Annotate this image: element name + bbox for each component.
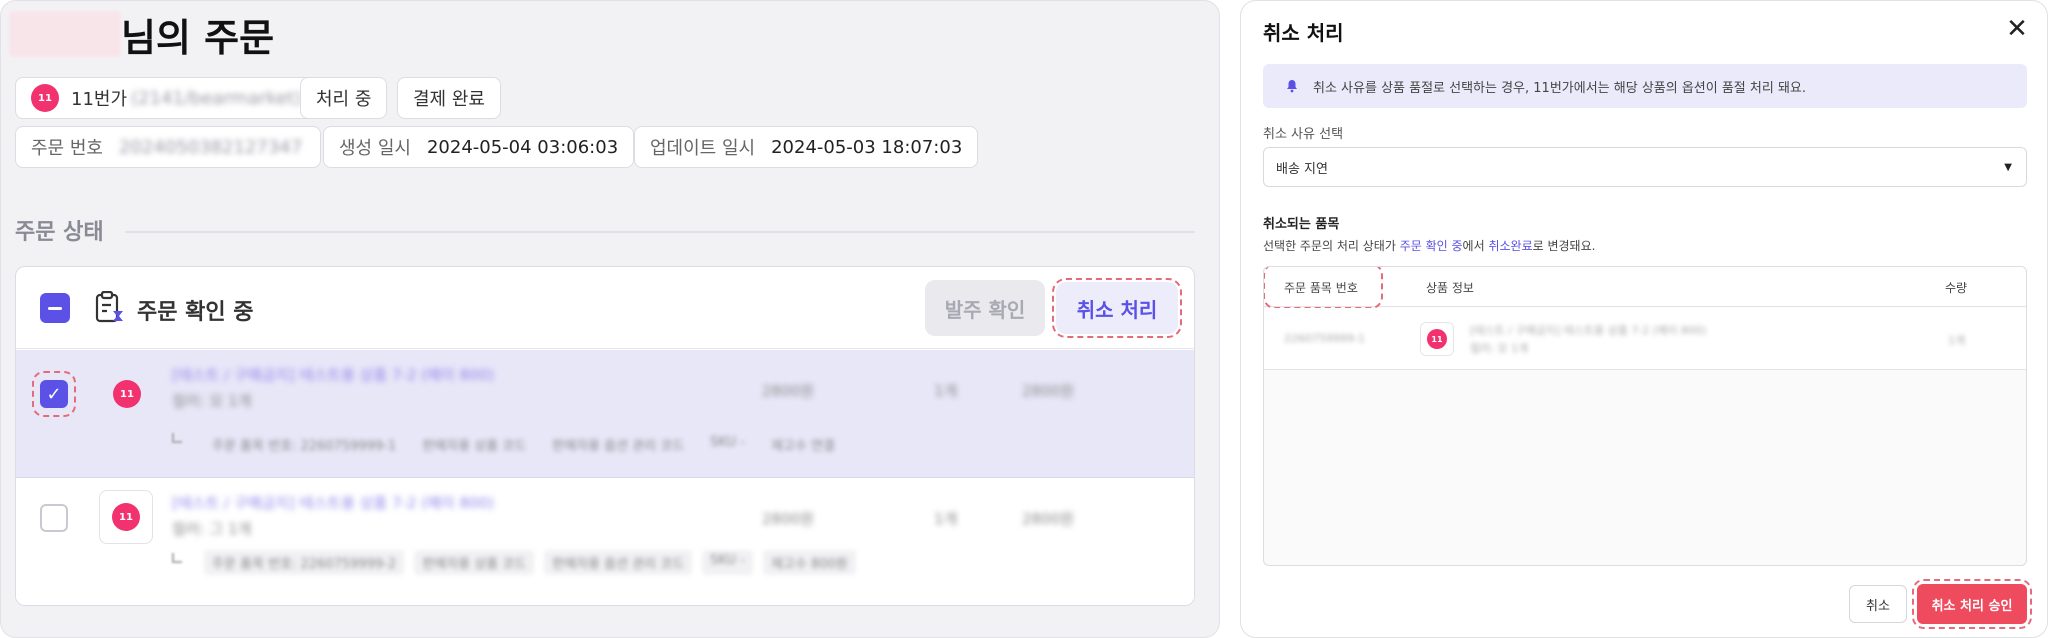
cancel-items-table: 주문 품목 번호 상품 정보 수량 2260759999-1 11 [테스트 /… (1263, 266, 2027, 566)
cancel-process-button[interactable]: 취소 처리 (1056, 282, 1178, 334)
item-tag: 주문 품목 번호: 2260759999-1 (212, 439, 397, 454)
approve-cancel-button[interactable]: 취소 처리 승인 (1917, 584, 2027, 624)
11st-logo-icon: 11 (1427, 329, 1447, 349)
customer-name-redacted (9, 11, 121, 57)
order-detail-panel: 님의 주문 11 11번가 (2141/bearmarket) 처리 중 결제 … (0, 0, 1220, 638)
col-item-no: 주문 품목 번호 (1284, 281, 1358, 295)
cancel-modal: 취소 처리 ✕ 취소 사유를 상품 품절로 선택하는 경우, 11번가에서는 해… (1240, 0, 2048, 638)
item-tag: 재고수 연결 (770, 439, 835, 454)
item-checkbox[interactable] (40, 504, 68, 532)
order-number-label: 주문 번호 (31, 138, 103, 159)
desc-to-status: 취소완료 (1488, 239, 1533, 253)
item-tag: 판매자용 옵션 관리 코드 (552, 439, 685, 454)
row-item-no: 2260759999-1 (1284, 332, 1365, 345)
item-name[interactable]: [테스트 / 구매금지] 테스트용 상품 7-2 (메이 800) (172, 364, 494, 385)
created-at-chip: 생성 일시 2024-05-04 03:06:03 (323, 126, 635, 168)
page-title: 님의 주문 (121, 16, 275, 60)
confirm-order-button[interactable]: 발주 확인 (925, 280, 1045, 336)
updated-at-chip: 업데이트 일시 2024-05-03 18:07:03 (634, 126, 979, 168)
order-number-value: 2024050382127347 (118, 136, 303, 158)
col-qty: 수량 (1945, 281, 1968, 295)
item-tag: 재고수 800원 (762, 550, 856, 575)
row-qty: 1개 (1948, 334, 1966, 347)
item-tag: SKU - (702, 550, 753, 575)
item-tag: 판매자용 상품 코드 (422, 439, 527, 454)
reason-value: 배송 지연 (1276, 161, 1328, 177)
row-product-option: 컬러: 모 1개 (1470, 342, 1529, 355)
channel-name: 11번가 (71, 89, 128, 110)
row-product-name: [테스트 / 구매금지] 테스트용 상품 7-2 (메이 800) (1470, 324, 1707, 337)
11st-logo-icon: 11 (113, 380, 141, 408)
section-title: 주문 상태 (15, 220, 104, 245)
item-tags: 주문 품목 번호: 2260759999-2 판매자용 상품 코드 판매자용 옵… (204, 550, 856, 575)
desc-text: 에서 (1462, 239, 1489, 253)
item-price: 2800원 (762, 382, 814, 400)
order-item-row[interactable]: 11 [테스트 / 구매금지] 테스트용 상품 7-2 (메이 800) 컬러:… (16, 478, 1194, 605)
order-status-card: 주문 확인 중 발주 확인 취소 처리 ✓ 11 [테스트 / 구매금지] 테스… (15, 266, 1195, 606)
item-checkbox-checked[interactable]: ✓ (40, 380, 68, 408)
section-divider (125, 231, 1195, 233)
item-total: 2800원 (1022, 510, 1074, 528)
11st-logo-icon: 11 (112, 503, 140, 531)
bell-icon (1287, 80, 1297, 93)
cancel-items-title: 취소되는 품목 (1263, 217, 1340, 232)
reason-select[interactable]: 배송 지연 ▼ (1263, 147, 2027, 187)
item-thumbnail: 11 (99, 490, 153, 544)
row-thumbnail: 11 (1420, 322, 1454, 356)
status-chip-paid: 결제 완료 (397, 77, 501, 119)
item-option: 컬러: 모 1개 (172, 392, 252, 410)
notice-text: 취소 사유를 상품 품절로 선택하는 경우, 11번가에서는 해당 상품의 옵션… (1313, 80, 1806, 96)
item-price: 2800원 (762, 510, 814, 528)
desc-text: 로 변경돼요. (1532, 239, 1596, 253)
table-row: 2260759999-1 11 [테스트 / 구매금지] 테스트용 상품 7-2… (1264, 308, 2026, 370)
col-product-info: 상품 정보 (1426, 281, 1474, 295)
status-group-header: 주문 확인 중 발주 확인 취소 처리 (16, 267, 1194, 349)
chevron-down-icon: ▼ (2004, 161, 2012, 173)
table-header: 주문 품목 번호 상품 정보 수량 (1264, 267, 2026, 309)
item-option: 컬러: 그 1개 (172, 520, 252, 538)
created-at-value: 2024-05-04 03:06:03 (426, 136, 619, 158)
desc-text: 선택한 주문의 처리 상태가 (1263, 239, 1400, 253)
item-name[interactable]: [테스트 / 구매금지] 테스트용 상품 7-2 (메이 800) (172, 492, 494, 513)
channel-account: (2141/bearmarket) (131, 87, 302, 109)
item-tag: 판매자용 상품 코드 (414, 550, 535, 575)
tree-corner-icon (172, 433, 182, 443)
select-all-checkbox[interactable] (40, 293, 70, 323)
item-tags: 주문 품목 번호: 2260759999-1 판매자용 상품 코드 판매자용 옵… (204, 432, 843, 457)
status-chip-processing: 처리 중 (300, 77, 388, 119)
updated-at-value: 2024-05-03 18:07:03 (771, 136, 963, 158)
item-total: 2800원 (1022, 382, 1074, 400)
item-tag: 판매자용 옵션 관리 코드 (544, 550, 693, 575)
modal-cancel-button[interactable]: 취소 (1849, 585, 1907, 623)
status-group-label: 주문 확인 중 (137, 300, 254, 325)
cancel-items-description: 선택한 주문의 처리 상태가 주문 확인 중에서 취소완료로 변경돼요. (1263, 237, 1595, 254)
item-tag: SKU - (710, 435, 745, 450)
item-thumbnail: 11 (113, 380, 141, 408)
notice-banner: 취소 사유를 상품 품절로 선택하는 경우, 11번가에서는 해당 상품의 옵션… (1263, 64, 2027, 108)
item-tag: 주문 품목 번호: 2260759999-2 (204, 550, 405, 575)
channel-chip: 11 11번가 (2141/bearmarket) (15, 77, 318, 119)
close-icon[interactable]: ✕ (2003, 15, 2031, 43)
tree-corner-icon (172, 553, 182, 563)
order-number-chip: 주문 번호 2024050382127347 (15, 126, 321, 168)
item-qty: 1개 (934, 382, 958, 400)
reason-label: 취소 사유 선택 (1263, 127, 1344, 142)
order-item-row[interactable]: ✓ 11 [테스트 / 구매금지] 테스트용 상품 7-2 (메이 800) 컬… (16, 350, 1194, 478)
11st-logo-icon: 11 (31, 84, 59, 112)
created-at-label: 생성 일시 (339, 138, 411, 159)
clipboard-pending-icon (95, 291, 123, 323)
item-qty: 1개 (934, 510, 958, 528)
updated-at-label: 업데이트 일시 (650, 138, 756, 159)
modal-title: 취소 처리 (1263, 21, 1344, 45)
desc-from-status: 주문 확인 중 (1399, 239, 1463, 253)
